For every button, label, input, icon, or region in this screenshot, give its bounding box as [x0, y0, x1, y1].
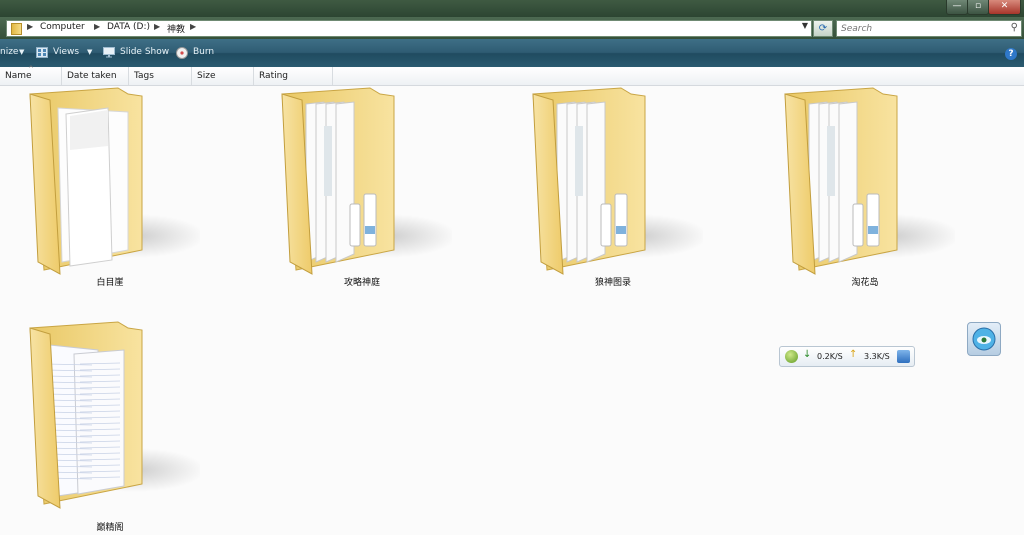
- column-header-tags[interactable]: Tags: [129, 67, 192, 85]
- folder-icon: [755, 86, 955, 281]
- breadcrumb-computer[interactable]: Computer: [40, 22, 85, 32]
- folder-name: 狼神图录: [594, 278, 631, 288]
- search-input[interactable]: [837, 21, 995, 36]
- close-button[interactable]: ✕: [988, 0, 1021, 15]
- chevron-right-icon[interactable]: ▶: [94, 22, 100, 31]
- folder-name: 白目崖: [96, 278, 124, 288]
- arrow-up-icon: ↑: [849, 349, 858, 360]
- breadcrumb-data-drive[interactable]: DATA (D:): [107, 22, 150, 32]
- organize-button[interactable]: nize: [0, 47, 18, 57]
- refresh-button[interactable]: ⟳: [813, 20, 833, 37]
- chevron-right-icon[interactable]: ▶: [190, 22, 196, 31]
- column-header-rating[interactable]: Rating: [254, 67, 333, 85]
- network-speed-widget[interactable]: ↓ 0.2K/S ↑ 3.3K/S: [779, 346, 915, 367]
- minimize-button[interactable]: —: [946, 0, 968, 15]
- views-button[interactable]: Views: [53, 47, 79, 57]
- refresh-icon: ⟳: [818, 23, 828, 34]
- chevron-down-icon[interactable]: ▼: [87, 48, 92, 56]
- arrow-down-icon: ↓: [803, 349, 812, 360]
- folder-item[interactable]: 攻略神庭: [252, 86, 452, 288]
- accelerator-icon: [785, 350, 798, 363]
- slideshow-button[interactable]: Slide Show: [120, 47, 169, 57]
- folder-icon: [0, 320, 200, 515]
- address-row: ▶ Computer ▶ DATA (D:) ▶ 神教 ▶ ▼ ⟳ ⚲: [0, 17, 1024, 39]
- search-box[interactable]: ⚲: [836, 20, 1022, 37]
- burn-icon: [176, 47, 188, 59]
- maximize-button[interactable]: ▫: [967, 0, 989, 15]
- breadcrumb-current-folder[interactable]: 神教: [167, 22, 185, 35]
- folder-item[interactable]: 白目崖: [0, 86, 200, 288]
- folder-item[interactable]: 巅精阁: [0, 320, 200, 533]
- upload-speed: 3.3K/S: [864, 352, 890, 361]
- help-icon[interactable]: ?: [1005, 48, 1017, 60]
- download-speed: 0.2K/S: [817, 352, 843, 361]
- floating-ball-widget[interactable]: [967, 322, 1001, 356]
- address-bar[interactable]: ▶ Computer ▶ DATA (D:) ▶ 神教 ▶ ▼: [6, 20, 812, 37]
- title-bar: — ▫ ✕: [0, 0, 1024, 17]
- column-header-date-taken[interactable]: Date taken: [62, 67, 129, 85]
- folder-name: 巅精阁: [96, 523, 124, 533]
- burn-button[interactable]: Burn: [193, 47, 214, 57]
- slideshow-icon: [103, 47, 115, 58]
- folder-icon: [11, 23, 22, 35]
- folder-icon: [252, 86, 452, 281]
- folder-name: 攻略神庭: [343, 278, 380, 288]
- views-icon: [36, 47, 48, 58]
- column-header-name[interactable]: Name: [0, 67, 62, 85]
- command-bar: nize ▼ Views ▼ Slide Show Burn ?: [0, 39, 1024, 67]
- chevron-right-icon[interactable]: ▶: [27, 22, 33, 31]
- folder-name: 淘花岛: [851, 278, 879, 288]
- folder-item[interactable]: 淘花岛: [755, 86, 955, 288]
- chevron-down-icon[interactable]: ▼: [802, 21, 808, 30]
- folder-icon: [503, 86, 703, 281]
- chevron-right-icon[interactable]: ▶: [154, 22, 160, 31]
- chevron-down-icon[interactable]: ▼: [19, 48, 24, 56]
- column-header-size[interactable]: Size: [192, 67, 254, 85]
- file-list: 白目崖 攻略神庭 狼神图录 淘花岛巅精阁: [0, 86, 1024, 535]
- folder-item[interactable]: 狼神图录: [503, 86, 703, 288]
- folder-icon: [0, 86, 200, 281]
- column-headers: ^ Name Date taken Tags Size Rating: [0, 65, 1024, 86]
- eye-icon: [972, 327, 996, 351]
- search-icon[interactable]: ⚲: [1011, 22, 1018, 33]
- settings-icon[interactable]: [897, 350, 910, 363]
